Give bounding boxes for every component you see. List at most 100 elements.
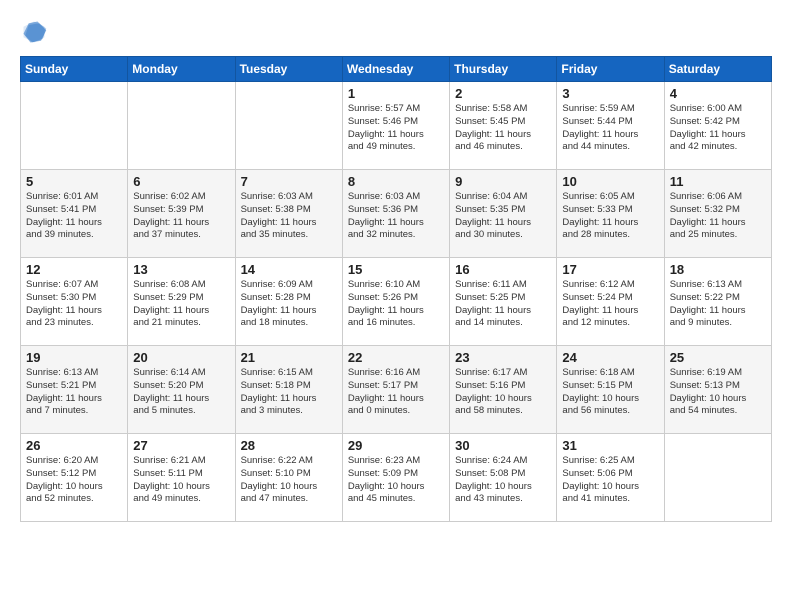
day-info: Sunrise: 6:15 AM Sunset: 5:18 PM Dayligh…: [241, 367, 337, 418]
calendar-cell: 9Sunrise: 6:04 AM Sunset: 5:35 PM Daylig…: [450, 170, 557, 258]
calendar-cell: 1 Sunrise: 5:57 AM Sunset: 5:46 PM Daylig…: [342, 82, 449, 170]
day-number: 27: [133, 438, 229, 453]
day-number: 2: [455, 86, 551, 101]
calendar-cell: [21, 82, 128, 170]
day-number: 18: [670, 262, 766, 277]
day-number: 3: [562, 86, 658, 101]
day-number: 1: [348, 86, 444, 101]
day-info: Sunrise: 6:22 AM Sunset: 5:10 PM Dayligh…: [241, 455, 337, 506]
day-info: Sunrise: 5:59 AM Sunset: 5:44 PM Dayligh…: [562, 103, 658, 154]
calendar-cell: [664, 434, 771, 522]
calendar-body: 1 Sunrise: 5:57 AM Sunset: 5:46 PM Daylig…: [21, 82, 772, 522]
weekday-header-sunday: Sunday: [21, 57, 128, 82]
day-info: Sunrise: 6:05 AM Sunset: 5:33 PM Dayligh…: [562, 191, 658, 242]
calendar-header: SundayMondayTuesdayWednesdayThursdayFrid…: [21, 57, 772, 82]
day-info: Sunrise: 5:57 AM Sunset: 5:46 PM Dayligh…: [348, 103, 444, 154]
weekday-header-row: SundayMondayTuesdayWednesdayThursdayFrid…: [21, 57, 772, 82]
calendar-cell: [128, 82, 235, 170]
day-info: Sunrise: 6:06 AM Sunset: 5:32 PM Dayligh…: [670, 191, 766, 242]
day-number: 20: [133, 350, 229, 365]
day-info: Sunrise: 6:03 AM Sunset: 5:36 PM Dayligh…: [348, 191, 444, 242]
day-number: 23: [455, 350, 551, 365]
day-number: 26: [26, 438, 122, 453]
day-number: 10: [562, 174, 658, 189]
calendar-cell: 25 Sunrise: 6:19 AM Sunset: 5:13 PM Dayli…: [664, 346, 771, 434]
day-info: Sunrise: 6:25 AM Sunset: 5:06 PM Dayligh…: [562, 455, 658, 506]
day-info: Sunrise: 6:09 AM Sunset: 5:28 PM Dayligh…: [241, 279, 337, 330]
calendar-cell: 29 Sunrise: 6:23 AM Sunset: 5:09 PM Dayli…: [342, 434, 449, 522]
day-info: Sunrise: 6:19 AM Sunset: 5:13 PM Dayligh…: [670, 367, 766, 418]
page: SundayMondayTuesdayWednesdayThursdayFrid…: [0, 0, 792, 612]
day-info: Sunrise: 6:13 AM Sunset: 5:21 PM Dayligh…: [26, 367, 122, 418]
calendar-cell: 17 Sunrise: 6:12 AM Sunset: 5:24 PM Dayli…: [557, 258, 664, 346]
weekday-header-wednesday: Wednesday: [342, 57, 449, 82]
calendar-cell: [235, 82, 342, 170]
calendar-week-2: 5Sunrise: 6:01 AM Sunset: 5:41 PM Daylig…: [21, 170, 772, 258]
day-info: Sunrise: 6:14 AM Sunset: 5:20 PM Dayligh…: [133, 367, 229, 418]
day-info: Sunrise: 6:02 AM Sunset: 5:39 PM Dayligh…: [133, 191, 229, 242]
day-number: 29: [348, 438, 444, 453]
calendar-cell: 5Sunrise: 6:01 AM Sunset: 5:41 PM Daylig…: [21, 170, 128, 258]
day-number: 30: [455, 438, 551, 453]
calendar-cell: 11Sunrise: 6:06 AM Sunset: 5:32 PM Dayli…: [664, 170, 771, 258]
day-info: Sunrise: 6:21 AM Sunset: 5:11 PM Dayligh…: [133, 455, 229, 506]
calendar-cell: 2Sunrise: 5:58 AM Sunset: 5:45 PM Daylig…: [450, 82, 557, 170]
calendar-cell: 24 Sunrise: 6:18 AM Sunset: 5:15 PM Dayli…: [557, 346, 664, 434]
calendar-cell: 31 Sunrise: 6:25 AM Sunset: 5:06 PM Dayli…: [557, 434, 664, 522]
day-info: Sunrise: 6:23 AM Sunset: 5:09 PM Dayligh…: [348, 455, 444, 506]
day-info: Sunrise: 6:08 AM Sunset: 5:29 PM Dayligh…: [133, 279, 229, 330]
day-info: Sunrise: 6:03 AM Sunset: 5:38 PM Dayligh…: [241, 191, 337, 242]
calendar-table: SundayMondayTuesdayWednesdayThursdayFrid…: [20, 56, 772, 522]
day-info: Sunrise: 6:12 AM Sunset: 5:24 PM Dayligh…: [562, 279, 658, 330]
calendar-cell: 14 Sunrise: 6:09 AM Sunset: 5:28 PM Dayli…: [235, 258, 342, 346]
day-number: 17: [562, 262, 658, 277]
day-number: 25: [670, 350, 766, 365]
calendar-week-3: 12 Sunrise: 6:07 AM Sunset: 5:30 PM Dayli…: [21, 258, 772, 346]
day-number: 12: [26, 262, 122, 277]
logo-icon: [20, 18, 48, 46]
calendar-cell: 7 Sunrise: 6:03 AM Sunset: 5:38 PM Daylig…: [235, 170, 342, 258]
day-info: Sunrise: 6:11 AM Sunset: 5:25 PM Dayligh…: [455, 279, 551, 330]
day-info: Sunrise: 6:13 AM Sunset: 5:22 PM Dayligh…: [670, 279, 766, 330]
header: [20, 18, 772, 46]
calendar-cell: 10 Sunrise: 6:05 AM Sunset: 5:33 PM Dayli…: [557, 170, 664, 258]
day-number: 22: [348, 350, 444, 365]
calendar-cell: 13 Sunrise: 6:08 AM Sunset: 5:29 PM Dayli…: [128, 258, 235, 346]
day-number: 14: [241, 262, 337, 277]
day-number: 24: [562, 350, 658, 365]
day-info: Sunrise: 6:17 AM Sunset: 5:16 PM Dayligh…: [455, 367, 551, 418]
calendar-week-5: 26 Sunrise: 6:20 AM Sunset: 5:12 PM Dayli…: [21, 434, 772, 522]
day-info: Sunrise: 6:00 AM Sunset: 5:42 PM Dayligh…: [670, 103, 766, 154]
day-number: 4: [670, 86, 766, 101]
calendar-cell: 20 Sunrise: 6:14 AM Sunset: 5:20 PM Dayli…: [128, 346, 235, 434]
calendar-cell: 4 Sunrise: 6:00 AM Sunset: 5:42 PM Daylig…: [664, 82, 771, 170]
day-info: Sunrise: 6:24 AM Sunset: 5:08 PM Dayligh…: [455, 455, 551, 506]
day-number: 28: [241, 438, 337, 453]
calendar-cell: 27 Sunrise: 6:21 AM Sunset: 5:11 PM Dayli…: [128, 434, 235, 522]
weekday-header-saturday: Saturday: [664, 57, 771, 82]
day-info: Sunrise: 6:20 AM Sunset: 5:12 PM Dayligh…: [26, 455, 122, 506]
weekday-header-thursday: Thursday: [450, 57, 557, 82]
day-info: Sunrise: 6:18 AM Sunset: 5:15 PM Dayligh…: [562, 367, 658, 418]
calendar-week-4: 19 Sunrise: 6:13 AM Sunset: 5:21 PM Dayli…: [21, 346, 772, 434]
day-number: 19: [26, 350, 122, 365]
day-info: Sunrise: 6:07 AM Sunset: 5:30 PM Dayligh…: [26, 279, 122, 330]
calendar-cell: 28 Sunrise: 6:22 AM Sunset: 5:10 PM Dayli…: [235, 434, 342, 522]
calendar-cell: 21 Sunrise: 6:15 AM Sunset: 5:18 PM Dayli…: [235, 346, 342, 434]
calendar-cell: 26 Sunrise: 6:20 AM Sunset: 5:12 PM Dayli…: [21, 434, 128, 522]
calendar-cell: 16Sunrise: 6:11 AM Sunset: 5:25 PM Dayli…: [450, 258, 557, 346]
day-number: 8: [348, 174, 444, 189]
day-info: Sunrise: 6:01 AM Sunset: 5:41 PM Dayligh…: [26, 191, 122, 242]
calendar-cell: 15Sunrise: 6:10 AM Sunset: 5:26 PM Dayli…: [342, 258, 449, 346]
day-number: 31: [562, 438, 658, 453]
calendar-cell: 3 Sunrise: 5:59 AM Sunset: 5:44 PM Daylig…: [557, 82, 664, 170]
calendar-cell: 12 Sunrise: 6:07 AM Sunset: 5:30 PM Dayli…: [21, 258, 128, 346]
day-info: Sunrise: 6:16 AM Sunset: 5:17 PM Dayligh…: [348, 367, 444, 418]
day-number: 21: [241, 350, 337, 365]
day-number: 9: [455, 174, 551, 189]
weekday-header-monday: Monday: [128, 57, 235, 82]
day-number: 15: [348, 262, 444, 277]
day-number: 7: [241, 174, 337, 189]
weekday-header-friday: Friday: [557, 57, 664, 82]
day-number: 13: [133, 262, 229, 277]
